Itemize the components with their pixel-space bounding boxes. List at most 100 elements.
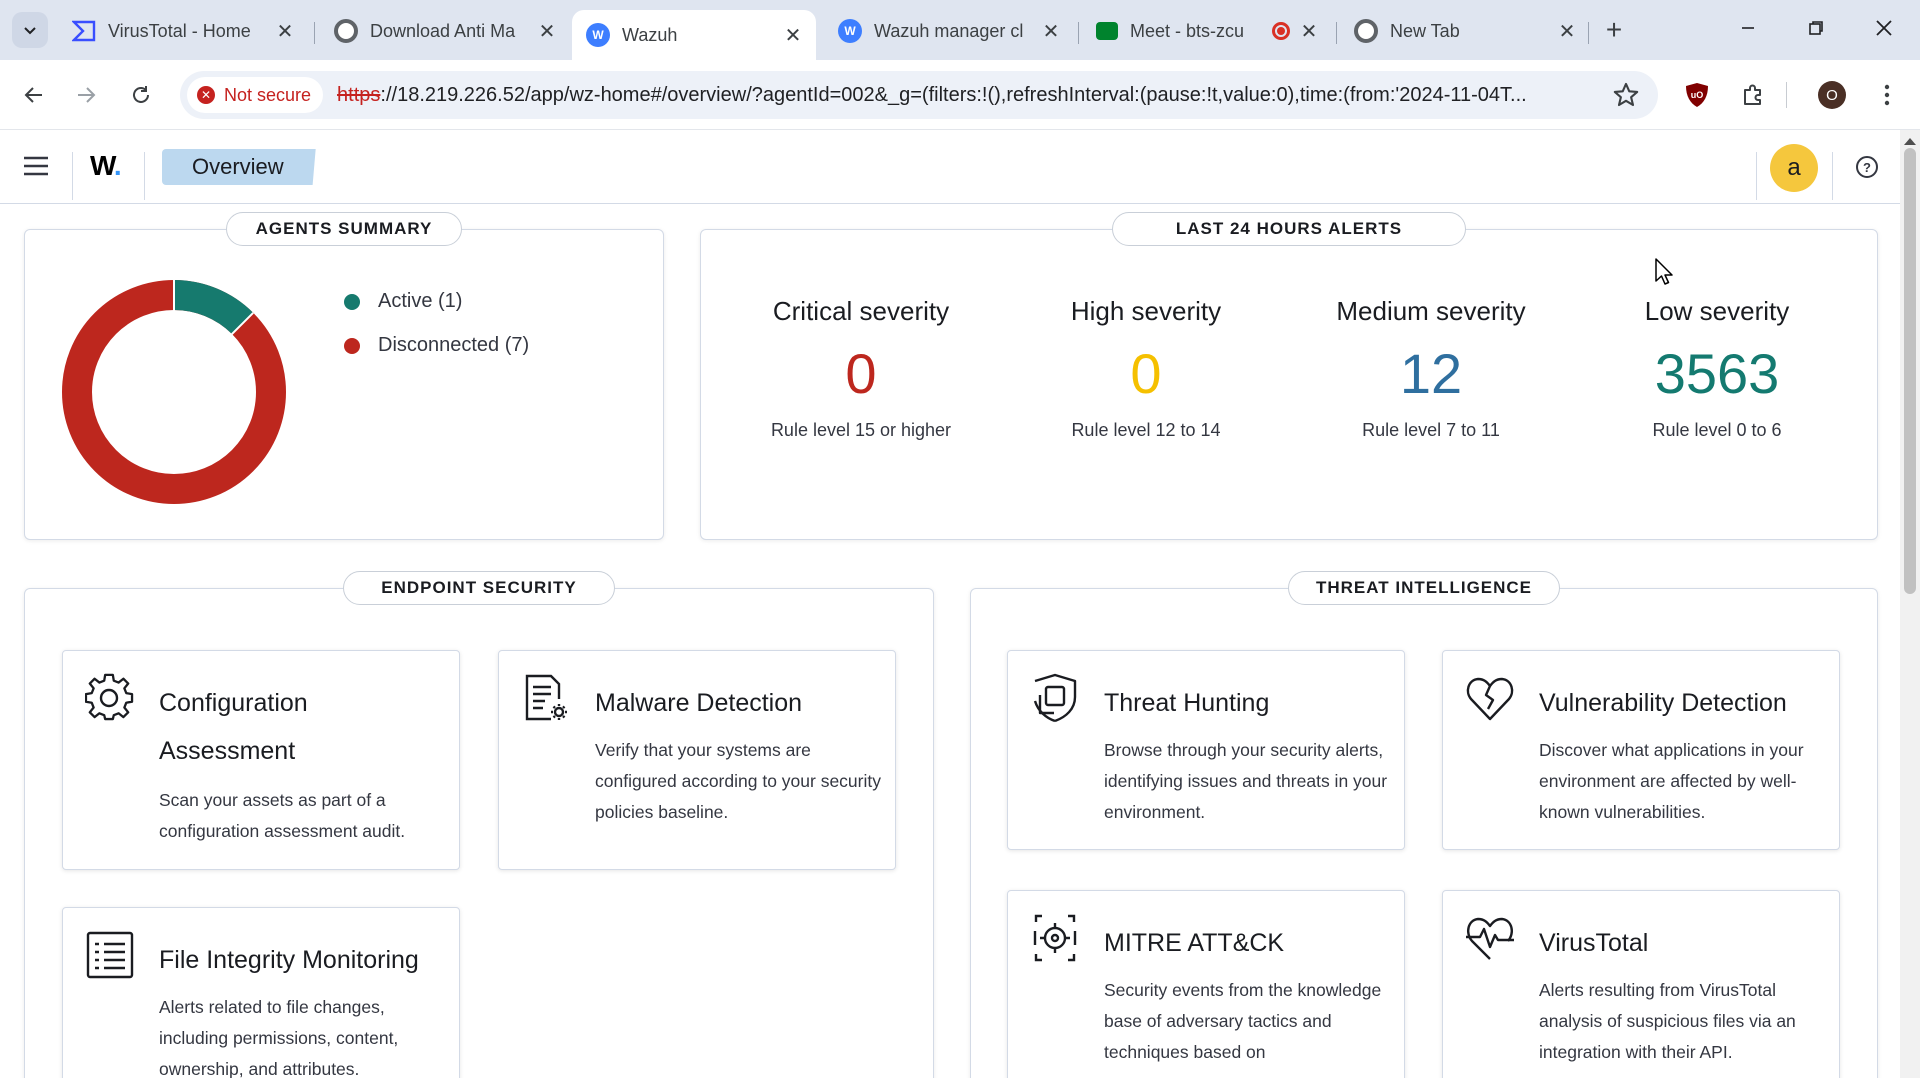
card-title: Malware Detection	[595, 689, 803, 717]
chevron-down-icon	[24, 27, 36, 35]
address-bar[interactable]: ✕ Not secure https://18.219.226.52/app/w…	[180, 71, 1658, 119]
severity-value[interactable]: 12	[1301, 336, 1561, 412]
scroll-thumb[interactable]	[1904, 148, 1916, 594]
card-title: File Integrity Monitoring	[159, 946, 419, 974]
close-window-button[interactable]	[1854, 10, 1914, 46]
url-text[interactable]: https://18.219.226.52/app/wz-home#/overv…	[337, 84, 1637, 107]
severity-rule-range: Rule level 12 to 14	[1071, 420, 1221, 440]
threat-intelligence-title: THREAT INTELLIGENCE	[1288, 571, 1560, 605]
puzzle-icon	[1744, 84, 1761, 105]
legend-item-active[interactable]: Active (1)	[344, 290, 462, 313]
close-icon[interactable]: ✕	[1298, 20, 1320, 43]
severity-value[interactable]: 0	[1016, 336, 1276, 412]
tab-meet[interactable]: Meet - bts-zcu ✕	[1082, 10, 1332, 52]
tab-search-button[interactable]	[12, 12, 48, 48]
close-icon[interactable]: ✕	[1040, 20, 1062, 43]
low-severity-metric[interactable]: Low severity 3563 Rule level 0 to 6	[1587, 296, 1847, 441]
restore-button[interactable]	[1786, 10, 1846, 46]
tab-download-anti-malware[interactable]: Download Anti Ma ✕	[320, 10, 570, 52]
reload-icon	[133, 86, 149, 103]
recording-icon	[1272, 22, 1290, 40]
mitre-attack-card[interactable]: MITRE ATT&CK Security events from the kn…	[1007, 890, 1405, 1078]
vulnerability-detection-card[interactable]: Vulnerability Detection Discover what ap…	[1442, 650, 1840, 850]
hamburger-menu-icon[interactable]	[22, 154, 50, 178]
configuration-assessment-card[interactable]: Configuration Assessment Scan your asset…	[62, 650, 460, 870]
close-icon[interactable]: ✕	[274, 20, 296, 43]
tab-new-tab[interactable]: New Tab ✕	[1340, 10, 1590, 52]
new-tab-button[interactable]: +	[1598, 14, 1630, 46]
heart-broken-icon	[1466, 677, 1514, 721]
card-title: Vulnerability Detection	[1539, 689, 1787, 717]
file-integrity-monitoring-card[interactable]: File Integrity Monitoring Alerts related…	[62, 907, 460, 1078]
meet-icon	[1096, 22, 1118, 40]
wazuh-logo[interactable]: W.	[90, 150, 122, 182]
severity-label: Low severity	[1644, 296, 1790, 326]
header-divider	[144, 152, 145, 200]
ublock-extension-button[interactable]: uO	[1680, 78, 1714, 112]
header-divider	[1756, 152, 1757, 200]
tab-title: Wazuh	[622, 24, 678, 45]
tab-wazuh-manager[interactable]: W Wazuh manager cl ✕	[824, 10, 1074, 52]
back-button[interactable]	[16, 77, 52, 113]
critical-severity-metric[interactable]: Critical severity 0 Rule level 15 or hig…	[731, 296, 991, 441]
arrow-left-icon	[24, 87, 42, 103]
url-protocol: https	[337, 83, 381, 106]
toolbar-divider	[1786, 82, 1787, 108]
tab-title: VirusTotal - Home	[108, 20, 251, 41]
kebab-menu-icon	[1884, 84, 1890, 106]
not-secure-chip[interactable]: ✕ Not secure	[187, 77, 324, 113]
close-icon[interactable]: ✕	[782, 24, 804, 47]
header-divider	[1832, 152, 1833, 200]
malware-detection-card[interactable]: Malware Detection Verify that your syste…	[498, 650, 896, 870]
agents-donut-chart[interactable]	[58, 276, 290, 508]
minimize-button[interactable]	[1718, 10, 1778, 46]
shield-icon: uO	[1686, 83, 1708, 107]
tab-separator	[314, 22, 315, 44]
reload-button[interactable]	[123, 77, 159, 113]
user-avatar[interactable]: a	[1770, 144, 1818, 192]
tab-separator	[1078, 22, 1079, 44]
chrome-icon	[1354, 19, 1378, 43]
endpoint-security-title: ENDPOINT SECURITY	[343, 571, 615, 605]
agents-summary-title: AGENTS SUMMARY	[226, 212, 462, 246]
warning-icon: ✕	[197, 86, 215, 104]
tab-separator	[1336, 22, 1337, 44]
close-icon	[1876, 20, 1892, 36]
scroll-up-arrow[interactable]	[1904, 138, 1916, 145]
card-description: Security events from the knowledge base …	[1104, 980, 1382, 1062]
legend-item-disconnected[interactable]: Disconnected (7)	[344, 334, 529, 357]
alerts-title: LAST 24 HOURS ALERTS	[1112, 212, 1466, 246]
list-document-icon	[86, 931, 134, 979]
card-title: VirusTotal	[1539, 929, 1649, 957]
help-icon[interactable]: ?	[1856, 156, 1878, 178]
threat-hunting-card[interactable]: Threat Hunting Browse through your secur…	[1007, 650, 1405, 850]
card-title: MITRE ATT&CK	[1104, 929, 1285, 957]
severity-label: High severity	[1070, 296, 1222, 326]
wazuh-icon: W	[586, 23, 610, 47]
high-severity-metric[interactable]: High severity 0 Rule level 12 to 14	[1016, 296, 1276, 441]
profile-avatar[interactable]: O	[1818, 81, 1846, 109]
arrow-right-icon	[78, 87, 96, 103]
browser-toolbar: ✕ Not secure https://18.219.226.52/app/w…	[0, 60, 1920, 130]
severity-rule-range: Rule level 0 to 6	[1652, 420, 1782, 440]
gear-icon	[85, 673, 134, 721]
medium-severity-metric[interactable]: Medium severity 12 Rule level 7 to 11	[1301, 296, 1561, 441]
severity-label: Medium severity	[1336, 296, 1526, 326]
tab-virustotal[interactable]: VirusTotal - Home ✕	[58, 10, 308, 52]
card-title: Threat Hunting	[1104, 689, 1270, 717]
chrome-icon	[334, 19, 358, 43]
breadcrumb-overview[interactable]: Overview	[162, 149, 316, 185]
extensions-button[interactable]	[1736, 78, 1770, 112]
severity-value[interactable]: 3563	[1587, 336, 1847, 412]
tab-title: Wazuh manager cl	[874, 20, 1024, 41]
close-icon[interactable]: ✕	[536, 20, 558, 43]
mouse-cursor-icon	[1655, 258, 1673, 285]
app-header: W. Overview a ?	[0, 130, 1900, 204]
forward-button[interactable]	[68, 77, 104, 113]
browser-menu-button[interactable]	[1870, 78, 1904, 112]
close-icon[interactable]: ✕	[1556, 20, 1578, 43]
tab-wazuh[interactable]: W Wazuh ✕	[572, 10, 816, 60]
star-icon[interactable]	[1612, 81, 1640, 109]
virustotal-card[interactable]: VirusTotal Alerts resulting from VirusTo…	[1442, 890, 1840, 1078]
severity-value[interactable]: 0	[731, 336, 991, 412]
